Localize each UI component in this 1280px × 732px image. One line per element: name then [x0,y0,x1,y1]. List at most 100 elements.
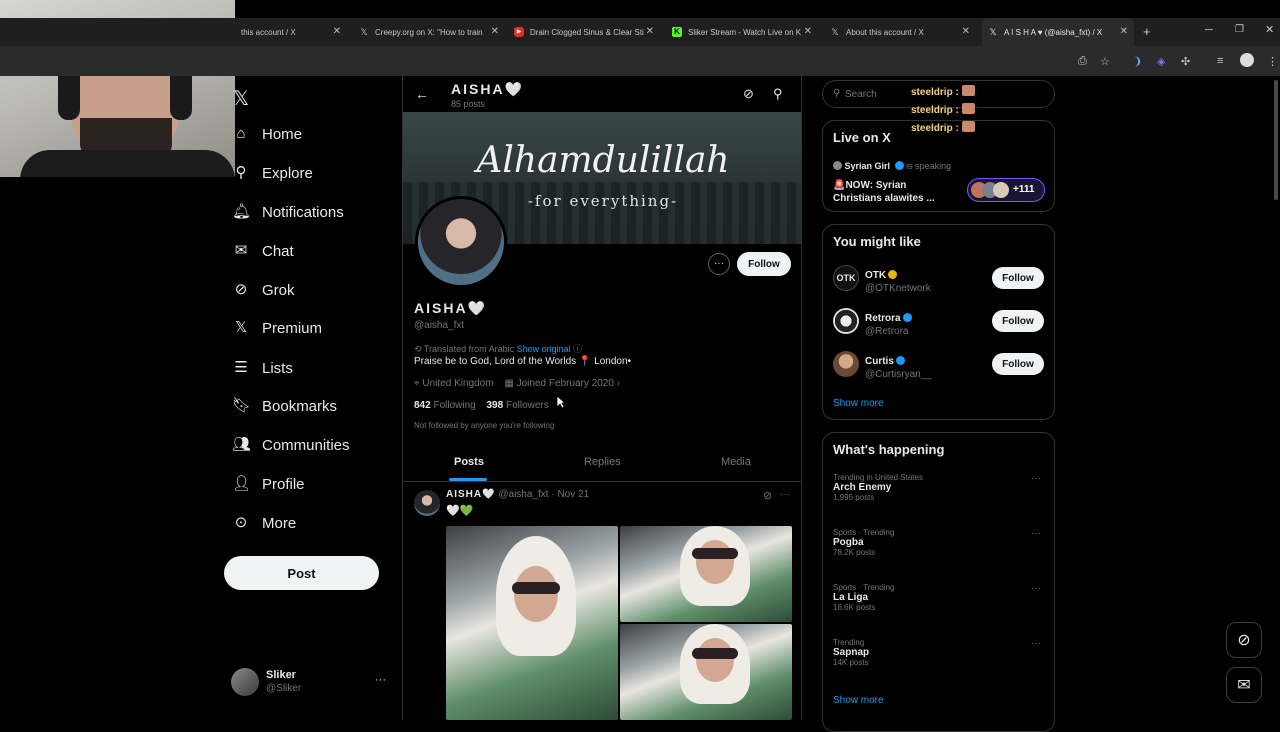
browser-tab[interactable]: 𝕏 About this account / X ✕ [824,18,976,46]
nav-explore[interactable]: ⚲ Explore [232,159,313,187]
trend-item[interactable]: Sports · Trending La Liga 16.6K posts [833,583,894,612]
follow-button[interactable]: Follow [992,310,1044,332]
new-tab-button[interactable]: + [1143,24,1151,39]
browser-profile-icon[interactable] [1240,53,1254,67]
trend-more-icon[interactable]: ··· [1031,638,1041,649]
follow-button[interactable]: Follow [992,267,1044,289]
account-name: Retrora [865,313,901,324]
nav-home[interactable]: ⌂ Home [232,120,302,148]
trend-more-icon[interactable]: ··· [1031,583,1041,594]
minimize-icon[interactable]: ─ [1205,24,1213,36]
nav-lists[interactable]: ☰ Lists [232,354,293,382]
browser-menu-icon[interactable]: ⋮ [1267,55,1278,68]
grok-icon[interactable]: ⊘ [763,489,772,502]
show-more-link[interactable]: Show more [833,695,884,706]
live-host-row[interactable]: Syrian Girl is speaking [833,161,951,171]
header-post-count: 85 posts [451,99,486,109]
x-logo-icon[interactable]: 𝕏 [233,86,249,111]
trend-item[interactable]: Trending Sapnap 14K posts [833,638,869,667]
tab-close-icon[interactable]: ✕ [333,26,341,37]
restore-icon[interactable]: ❐ [1235,24,1244,35]
suggested-account[interactable]: OTK @OTKnetwork [865,265,931,294]
nav-premium[interactable]: 𝕏 Premium [232,314,322,342]
trend-item[interactable]: Sports · Trending Pogba 78.2K posts [833,528,894,557]
tab-posts[interactable]: Posts [454,456,484,468]
tab-close-icon[interactable]: ✕ [491,26,499,37]
follow-button[interactable]: Follow [737,252,791,276]
following-count[interactable]: 842 [414,400,431,411]
page-scrollbar[interactable] [1274,80,1278,200]
trend-item[interactable]: Trending in United States Arch Enemy 1,9… [833,473,923,502]
listeners-pill[interactable]: +111 [967,178,1045,202]
grok-icon[interactable]: ⊘ [743,86,754,102]
more-options-icon[interactable]: ··· [708,253,730,275]
nav-label: Premium [262,319,323,337]
listener-count: +111 [1013,184,1035,195]
tab-media[interactable]: Media [721,456,751,468]
browser-tab-active[interactable]: 𝕏 A I S H A ♥ (@aisha_fxt) / X ✕ [982,18,1134,46]
suggested-account[interactable]: Curtis @Curtisryan__ [865,351,932,380]
post-date[interactable]: Nov 21 [557,489,589,500]
window-close-icon[interactable]: ✕ [1265,23,1274,36]
follow-button[interactable]: Follow [992,353,1044,375]
suggested-account[interactable]: Retrora @Retrora [865,308,912,337]
nav-more[interactable]: ⊙ More [232,509,296,537]
trend-more-icon[interactable]: ··· [1031,528,1041,539]
post-more-icon[interactable]: ··· [780,489,790,500]
post-button[interactable]: Post [224,556,379,590]
show-original-link[interactable]: Show original [517,344,571,354]
media-controls-icon[interactable]: ≡ [1217,55,1223,67]
followers-label[interactable]: Followers [506,400,549,411]
back-arrow-icon[interactable]: ← [415,86,429,102]
x-icon: 𝕏 [234,319,248,336]
nav-bookmarks[interactable]: 🔖︎ Bookmarks [232,392,337,420]
trend-count: 14K posts [833,658,869,667]
browser-tab[interactable]: 𝕏 Creepy.org on X: "How to train ✕ [353,18,505,46]
account-avatar[interactable] [231,668,259,696]
extension-icon[interactable]: ❩ [1133,55,1142,68]
otk-avatar[interactable]: OTK [833,265,859,291]
show-more-link[interactable]: Show more [833,398,884,409]
x-logo-icon: 𝕏 [831,27,839,37]
trend-more-icon[interactable]: ··· [1031,473,1041,484]
tab-close-icon[interactable]: ✕ [646,26,654,37]
nav-label: Home [262,125,303,143]
extensions-puzzle-icon[interactable]: ✣ [1181,55,1190,68]
nav-notifications[interactable]: 🔔︎ Notifications [232,198,344,226]
retrora-avatar[interactable] [833,308,859,334]
nav-grok[interactable]: ⊘ Grok [232,276,295,304]
browser-tab[interactable]: K Sliker Stream - Watch Live on K ✕ [666,18,818,46]
post-photo[interactable] [620,624,792,720]
browser-tab[interactable]: ▶ Drain Clogged Sinus & Clear Sti ✕ [508,18,660,46]
extension-shield-icon[interactable]: ◈ [1157,55,1165,68]
chevron-right-icon[interactable]: › [617,378,620,389]
search-input[interactable]: Search [845,89,877,100]
tab-close-icon[interactable]: ✕ [962,26,970,37]
bookmark-star-icon[interactable]: ☆ [1100,55,1110,68]
nav-chat[interactable]: ✉ Chat [232,237,294,265]
browser-tab[interactable]: this account / X ✕ [235,18,347,46]
grok-floating-button[interactable]: ⊘ [1226,622,1262,658]
install-app-icon[interactable]: ⎙ [1078,55,1087,68]
post-author-name[interactable]: AISHA🤍 [446,489,496,500]
search-icon[interactable]: ⚲ [773,86,783,102]
post-photo[interactable] [620,526,792,622]
tab-close-icon[interactable]: ✕ [1120,26,1128,37]
post-author-handle[interactable]: @aisha_fxt [498,489,548,500]
account-menu-icon[interactable]: ··· [375,674,386,686]
following-label[interactable]: Following [433,400,475,411]
live-space-title[interactable]: 🚨NOW: Syrian Christians alawites ... [833,179,935,205]
tab-close-icon[interactable]: ✕ [804,26,812,37]
profile-column: ← AISHA🤍 85 posts ⊘ ⚲ Alhamdulillah -for… [402,76,802,720]
post-avatar[interactable] [414,490,440,516]
info-icon[interactable]: ⓘ [573,344,582,354]
mail-icon: ✉ [1237,677,1251,694]
curtis-avatar[interactable] [833,351,859,377]
nav-profile[interactable]: 👤︎ Profile [232,470,305,498]
messages-floating-button[interactable]: ✉ [1226,667,1262,703]
post-photo[interactable] [446,526,618,720]
tab-replies[interactable]: Replies [584,456,621,468]
profile-avatar[interactable] [415,196,507,288]
followers-count[interactable]: 398 [487,400,504,411]
nav-communities[interactable]: 👥︎ Communities [232,431,350,459]
